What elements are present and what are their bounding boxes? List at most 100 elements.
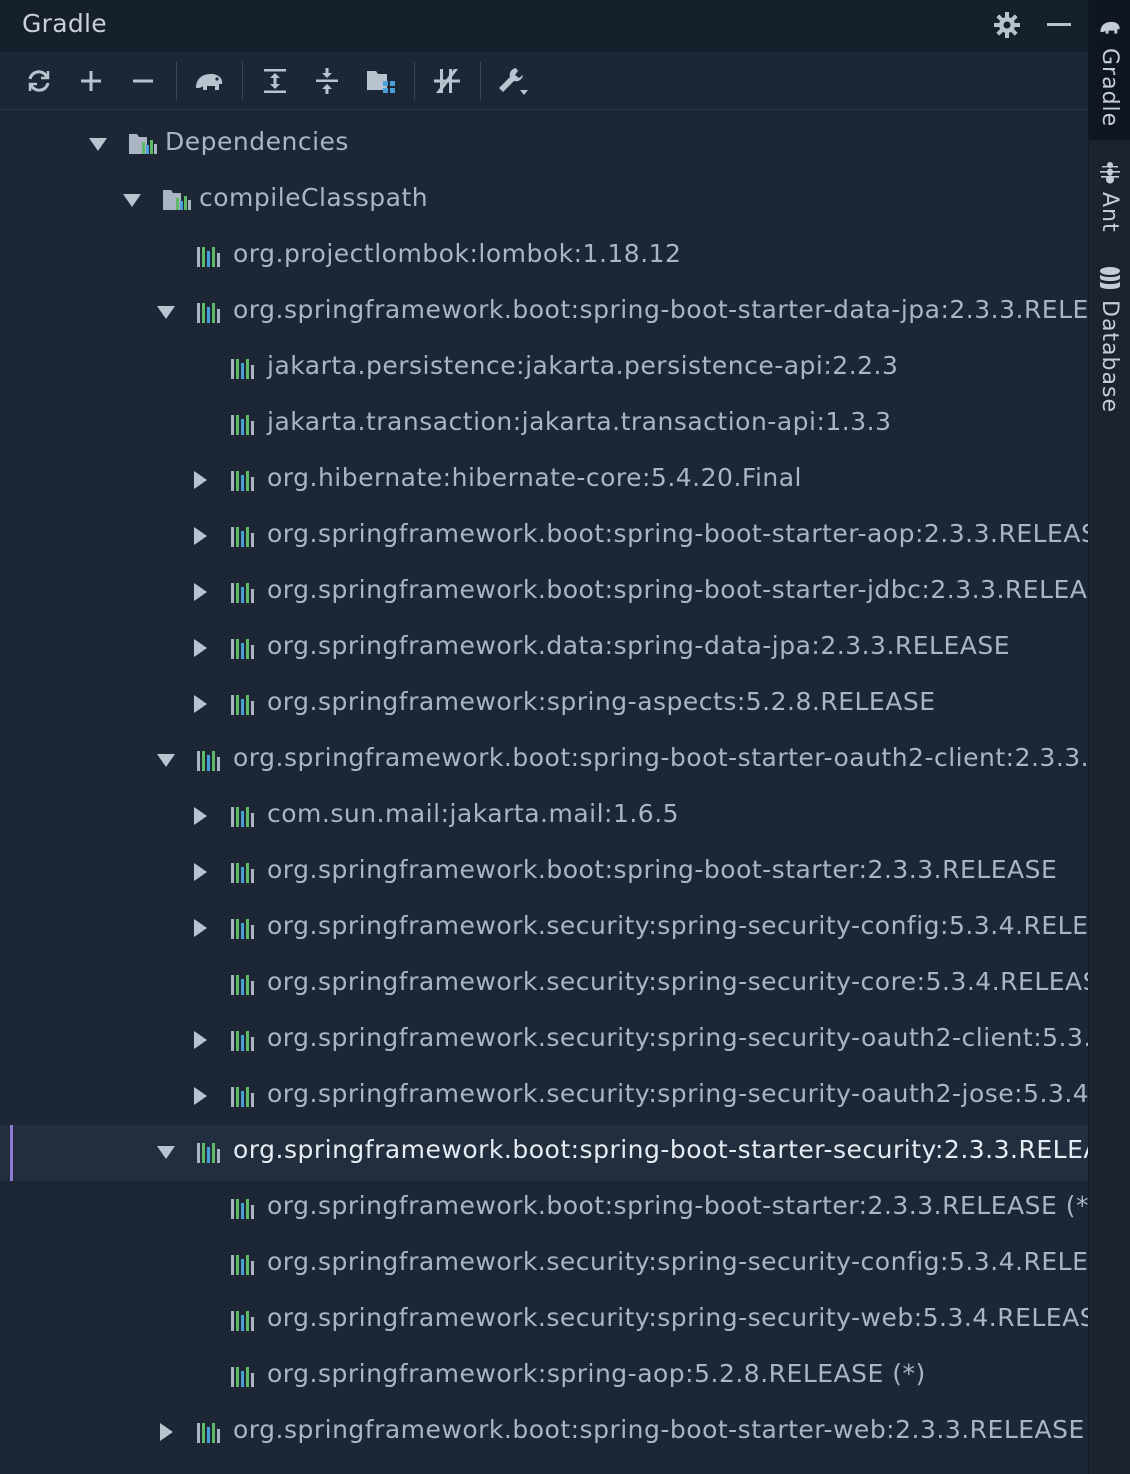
dependency-tree: Dependencies compileClasspath org.projectl… [0,117,1088,1461]
tree-node-label: org.hibernate:hibernate-core:5.4.20.Fina… [267,463,803,492]
tree-node-label: org.springframework.security:spring-secu… [267,911,1088,940]
minimize-icon[interactable] [1044,10,1074,40]
tree-node-label: compileClasspath [199,183,429,212]
library-icon [230,1084,260,1110]
tree-row[interactable]: com.sun.mail:jakarta.mail:1.6.5 [0,789,1088,845]
library-icon [230,468,260,494]
library-icon [230,524,260,550]
refresh-icon[interactable] [22,64,56,98]
collapse-arrow-right-icon[interactable] [189,693,211,715]
tree-node-label: org.springframework.boot:spring-boot-sta… [267,575,1088,604]
tree-row[interactable]: org.springframework.security:spring-secu… [0,901,1088,957]
tree-row[interactable]: org.springframework.boot:spring-boot-sta… [0,1125,1088,1181]
tree-row[interactable]: jakarta.transaction:jakarta.transaction-… [0,397,1088,453]
collapse-arrow-right-icon[interactable] [189,1029,211,1051]
library-icon [230,692,260,718]
library-icon [196,1140,226,1166]
tree-row[interactable]: org.springframework.security:spring-secu… [0,1293,1088,1349]
dependencies-folder-icon[interactable] [364,64,398,98]
tree-row[interactable]: org.springframework.security:spring-secu… [0,1237,1088,1293]
remove-icon[interactable] [126,64,160,98]
tree-node-label: jakarta.persistence:jakarta.persistence-… [267,351,899,380]
collapse-all-icon[interactable] [310,64,344,98]
tree-row[interactable]: org.springframework.boot:spring-boot-sta… [0,285,1088,341]
side-tab-label: Database [1097,300,1122,413]
tree-node-label: org.springframework.boot:spring-boot-sta… [233,1415,1085,1444]
collapse-arrow-right-icon[interactable] [189,805,211,827]
tree-node-label: org.springframework.security:spring-secu… [267,1303,1088,1332]
tree-node-label: org.springframework.data:spring-data-jpa… [267,631,1011,660]
tree-node-label: org.springframework.boot:spring-boot-sta… [233,1135,1088,1164]
side-tab-ant[interactable]: Ant [1089,150,1130,250]
tree-row[interactable]: org.springframework.security:spring-secu… [0,957,1088,1013]
side-tab-label: Ant [1097,192,1122,233]
right-tool-strip: Gradle Ant Database [1088,0,1130,1474]
tree-row[interactable]: org.springframework.security:spring-secu… [0,1069,1088,1125]
tree-node-label: org.springframework.security:spring-secu… [267,967,1088,996]
ant-icon [1099,160,1121,188]
expand-arrow-down-icon[interactable] [87,133,109,155]
collapse-arrow-right-icon[interactable] [155,1421,177,1443]
tree-row[interactable]: org.springframework.boot:spring-boot-sta… [0,1405,1088,1461]
gradle-tool-window: Gradle Dependencies compileClasspath org… [0,0,1088,1474]
collapse-arrow-right-icon[interactable] [189,637,211,659]
side-tab-database[interactable]: Database [1089,258,1130,413]
tree-node-label: com.sun.mail:jakarta.mail:1.6.5 [267,799,680,828]
build-settings-wrench-icon[interactable] [496,64,530,98]
library-icon [230,356,260,382]
tree-node-label: org.springframework:spring-aop:5.2.8.REL… [267,1359,926,1388]
database-icon [1098,266,1122,296]
collapse-arrow-right-icon[interactable] [189,469,211,491]
collapse-arrow-right-icon[interactable] [189,917,211,939]
tree-row[interactable]: org.springframework.data:spring-data-jpa… [0,621,1088,677]
library-icon [230,916,260,942]
collapse-arrow-right-icon[interactable] [189,525,211,547]
selection-indicator [10,1125,13,1181]
tree-row[interactable]: org.projectlombok:lombok:1.18.12 [0,229,1088,285]
elephant-icon [1097,16,1123,42]
tree-row[interactable]: Dependencies [0,117,1088,173]
side-tab-gradle[interactable]: Gradle [1089,0,1130,140]
tree-row[interactable]: jakarta.persistence:jakarta.persistence-… [0,341,1088,397]
tree-row[interactable]: compileClasspath [0,173,1088,229]
offline-mode-icon[interactable] [430,64,464,98]
tree-row[interactable]: org.hibernate:hibernate-core:5.4.20.Fina… [0,453,1088,509]
add-icon[interactable] [74,64,108,98]
library-icon [230,636,260,662]
tree-node-label: org.springframework.security:spring-secu… [267,1023,1088,1052]
library-icon [196,1420,226,1446]
tree-node-label: org.springframework.boot:spring-boot-sta… [267,1191,1088,1220]
elephant-task-icon[interactable] [192,64,226,98]
tree-row[interactable]: org.springframework.boot:spring-boot-sta… [0,565,1088,621]
tree-node-label: Dependencies [165,127,349,156]
library-icon [230,1364,260,1390]
expand-arrow-down-icon[interactable] [155,301,177,323]
tree-row[interactable]: org.springframework.security:spring-secu… [0,1013,1088,1069]
tree-row[interactable]: org.springframework.boot:spring-boot-sta… [0,733,1088,789]
tree-row[interactable]: org.springframework.boot:spring-boot-sta… [0,845,1088,901]
expand-all-icon[interactable] [258,64,292,98]
collapse-arrow-right-icon[interactable] [189,1085,211,1107]
library-icon [230,1028,260,1054]
settings-gear-icon[interactable] [992,10,1022,40]
expand-arrow-down-icon[interactable] [155,1141,177,1163]
tree-node-label: jakarta.transaction:jakarta.transaction-… [267,407,892,436]
window-title: Gradle [22,9,107,38]
collapse-arrow-right-icon[interactable] [189,581,211,603]
library-icon [230,1196,260,1222]
expand-arrow-down-icon[interactable] [121,189,143,211]
tree-row[interactable]: org.springframework:spring-aop:5.2.8.REL… [0,1349,1088,1405]
side-tab-label: Gradle [1097,48,1122,128]
library-icon [196,300,226,326]
tree-row[interactable]: org.springframework.boot:spring-boot-sta… [0,1181,1088,1237]
expand-arrow-down-icon[interactable] [155,749,177,771]
tree-node-label: org.springframework.boot:spring-boot-sta… [267,519,1088,548]
collapse-arrow-right-icon[interactable] [189,861,211,883]
library-icon [196,244,226,270]
library-icon [230,412,260,438]
tree-node-label: org.springframework.boot:spring-boot-sta… [233,295,1088,324]
toolbar [0,52,1088,110]
tree-row[interactable]: org.springframework:spring-aspects:5.2.8… [0,677,1088,733]
tree-row[interactable]: org.springframework.boot:spring-boot-sta… [0,509,1088,565]
library-icon [230,1308,260,1334]
